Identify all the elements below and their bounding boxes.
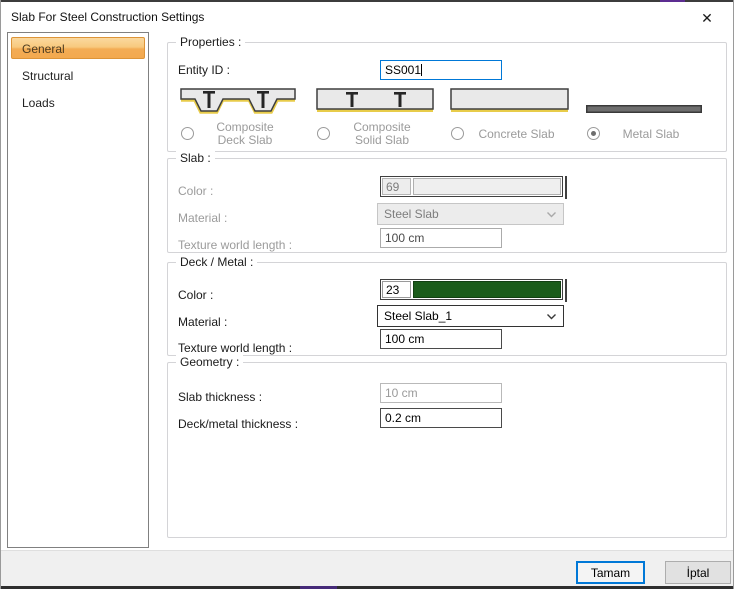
slab-color-number: 69 — [382, 178, 411, 195]
composite-solid-radio[interactable] — [317, 127, 330, 140]
sidebar-item-structural[interactable]: Structural — [11, 65, 145, 85]
deck-color-picker[interactable]: 23 — [380, 279, 563, 300]
entity-id-label: Entity ID : — [178, 63, 230, 77]
slab-material-label: Material : — [178, 211, 227, 225]
properties-group: Properties : Entity ID : SS001 Composite… — [167, 42, 727, 152]
slab-legend: Slab : — [176, 151, 215, 165]
deck-color-number: 23 — [382, 281, 411, 298]
deck-material-label: Material : — [178, 315, 227, 329]
deck-metal-group: Deck / Metal : Color : 23 Material : Ste… — [167, 262, 727, 356]
footer-bar: Tamam İptal — [1, 551, 733, 586]
properties-legend: Properties : — [176, 35, 245, 49]
window-top-edge-accent — [660, 0, 685, 2]
metal-slab-radio[interactable] — [587, 127, 600, 140]
deck-thickness-label: Deck/metal thickness : — [178, 417, 298, 431]
slab-group: Slab : Color : 69 Material : Steel Slab … — [167, 158, 727, 253]
window-top-edge — [1, 0, 733, 2]
concrete-slab-icon — [450, 88, 569, 113]
dialog-title: Slab For Steel Construction Settings — [11, 10, 204, 24]
slab-color-swatch — [413, 178, 561, 195]
slab-settings-dialog: Slab For Steel Construction Settings ✕ G… — [0, 0, 734, 589]
sidebar-item-general[interactable]: General — [11, 37, 145, 59]
slab-thickness-label: Slab thickness : — [178, 390, 262, 404]
deck-texture-label: Texture world length : — [178, 341, 292, 355]
chevron-down-icon — [546, 209, 557, 220]
composite-solid-slab-icon — [316, 88, 434, 113]
cancel-button[interactable]: İptal — [665, 561, 731, 584]
close-icon[interactable]: ✕ — [697, 8, 717, 28]
composite-deck-label: Composite Deck Slab — [194, 121, 296, 147]
sidebar-item-loads[interactable]: Loads — [11, 92, 145, 112]
deck-color-label: Color : — [178, 288, 213, 302]
deck-material-value: Steel Slab_1 — [384, 306, 546, 326]
slab-thickness-input: 10 cm — [380, 383, 502, 403]
slab-color-label: Color : — [178, 184, 213, 198]
slab-type-metal[interactable]: Metal Slab — [586, 88, 702, 113]
title-bar: Slab For Steel Construction Settings ✕ — [1, 2, 733, 32]
geometry-legend: Geometry : — [176, 355, 243, 369]
category-sidebar: General Structural Loads — [7, 32, 149, 548]
slab-texture-input: 100 cm — [380, 228, 502, 248]
slab-type-composite-deck[interactable]: Composite Deck Slab — [180, 88, 296, 114]
slab-type-concrete[interactable]: Concrete Slab — [450, 88, 569, 113]
metal-slab-icon — [586, 105, 702, 113]
chevron-down-icon — [546, 311, 557, 322]
deck-metal-legend: Deck / Metal : — [176, 255, 257, 269]
geometry-group: Geometry : Slab thickness : 10 cm Deck/m… — [167, 362, 727, 538]
deck-thickness-input[interactable]: 0.2 cm — [380, 408, 502, 428]
deck-color-swatch — [413, 281, 561, 298]
deck-texture-input[interactable]: 100 cm — [380, 329, 502, 349]
entity-id-input[interactable]: SS001 — [380, 60, 502, 80]
composite-deck-radio[interactable] — [181, 127, 194, 140]
composite-solid-label: Composite Solid Slab — [330, 121, 434, 147]
deck-material-select[interactable]: Steel Slab_1 — [377, 305, 564, 327]
concrete-slab-label: Concrete Slab — [464, 128, 569, 141]
slab-type-composite-solid[interactable]: Composite Solid Slab — [316, 88, 434, 113]
slab-color-picker: 69 — [380, 176, 563, 197]
metal-slab-label: Metal Slab — [600, 128, 702, 141]
composite-deck-slab-icon — [180, 88, 296, 114]
slab-material-value: Steel Slab — [384, 204, 546, 224]
slab-texture-label: Texture world length : — [178, 238, 292, 252]
ok-button[interactable]: Tamam — [576, 561, 645, 584]
slab-material-select: Steel Slab — [377, 203, 564, 225]
concrete-slab-radio[interactable] — [451, 127, 464, 140]
